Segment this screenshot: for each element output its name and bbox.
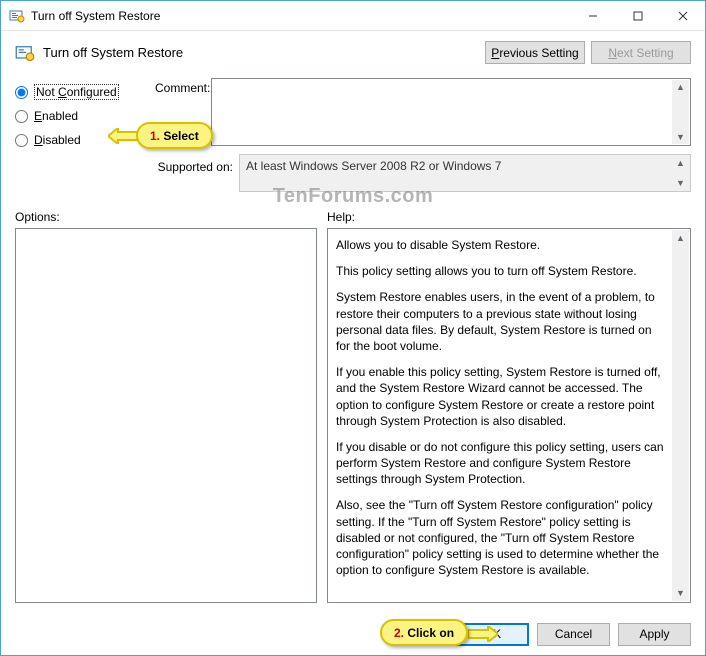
help-text: If you disable or do not configure this … [336, 439, 668, 488]
header-row: Turn off System Restore Previous Setting… [15, 41, 691, 64]
annotation-callout-click: 2. Click on [380, 619, 468, 646]
policy-editor-window: Turn off System Restore Turn off System … [0, 0, 706, 656]
options-panel[interactable] [15, 228, 317, 603]
callout-number: 2. [394, 626, 404, 640]
cancel-button[interactable]: Cancel [537, 623, 610, 646]
supported-label: Supported on: [155, 154, 239, 192]
scrollbar[interactable]: ▲▼ [672, 156, 689, 190]
radio-disabled-input[interactable] [15, 134, 28, 147]
maximize-button[interactable] [615, 1, 660, 30]
app-icon [9, 8, 25, 24]
help-label: Help: [327, 210, 355, 224]
callout-text: Click on [404, 626, 454, 640]
right-col: Comment: ▲▼ Supported on: At least Windo… [155, 78, 691, 192]
help-text: This policy setting allows you to turn o… [336, 263, 668, 279]
radio-enabled-input[interactable] [15, 110, 28, 123]
footer-buttons: OK Cancel Apply [1, 613, 705, 655]
radio-disabled-label: Disabled [34, 133, 81, 147]
content-area: Turn off System Restore Previous Setting… [1, 31, 705, 613]
help-panel: ▲▼ Allows you to disable System Restore.… [327, 228, 691, 603]
next-setting-button[interactable]: Next Setting [591, 41, 691, 64]
window-buttons [570, 1, 705, 30]
help-text: Allows you to disable System Restore. [336, 237, 668, 253]
minimize-button[interactable] [570, 1, 615, 30]
window-title: Turn off System Restore [31, 9, 570, 23]
apply-button[interactable]: Apply [618, 623, 691, 646]
supported-on-value: At least Windows Server 2008 R2 or Windo… [246, 159, 501, 173]
arrow-icon [108, 128, 138, 144]
comment-row: Comment: ▲▼ [155, 78, 691, 146]
radio-enabled[interactable]: Enabled [15, 104, 155, 128]
radio-not-configured-input[interactable] [15, 86, 28, 99]
options-label: Options: [15, 210, 327, 224]
close-button[interactable] [660, 1, 705, 30]
panels-labels: Options: Help: [15, 210, 691, 224]
callout-text: Select [160, 129, 199, 143]
supported-row: Supported on: At least Windows Server 20… [155, 154, 691, 192]
supported-on-text: At least Windows Server 2008 R2 or Windo… [239, 154, 691, 192]
radio-not-configured[interactable]: Not Configured [15, 80, 155, 104]
panels: ▲▼ Allows you to disable System Restore.… [15, 228, 691, 603]
scrollbar[interactable]: ▲▼ [672, 80, 689, 144]
help-text: System Restore enables users, in the eve… [336, 289, 668, 354]
titlebar: Turn off System Restore [1, 1, 705, 31]
arrow-icon [468, 626, 498, 642]
policy-icon [15, 43, 35, 63]
help-text: If you enable this policy setting, Syste… [336, 364, 668, 429]
callout-number: 1. [150, 129, 160, 143]
help-text: Also, see the "Turn off System Restore c… [336, 497, 668, 578]
comment-textarea[interactable]: ▲▼ [211, 78, 691, 146]
radio-enabled-label: Enabled [34, 109, 78, 123]
policy-title: Turn off System Restore [43, 45, 479, 60]
scrollbar[interactable]: ▲▼ [672, 230, 689, 601]
annotation-callout-select: 1. Select [136, 122, 213, 149]
previous-setting-button[interactable]: Previous Setting [485, 41, 585, 64]
radio-not-configured-label: Not Configured [34, 84, 119, 100]
